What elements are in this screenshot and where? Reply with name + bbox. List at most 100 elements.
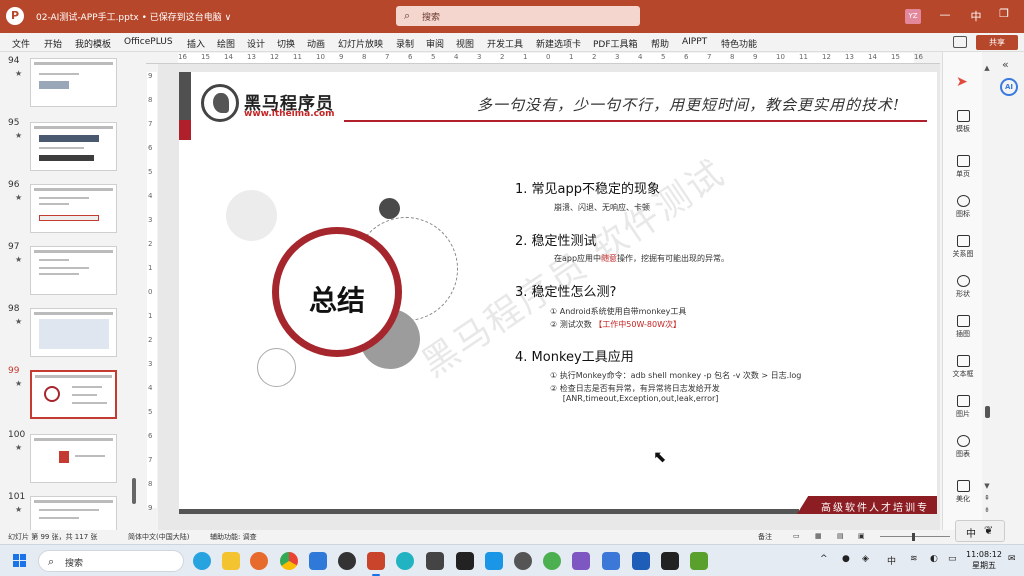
microphone-icon[interactable]: ● <box>842 554 850 564</box>
menu-insert[interactable]: 插入 <box>187 37 205 50</box>
menu-home[interactable]: 开始 <box>44 37 62 50</box>
chrome-icon[interactable] <box>280 552 298 570</box>
menu-animations[interactable]: 动画 <box>307 37 325 50</box>
ime-tray-icon[interactable]: 中 <box>887 554 896 567</box>
panel-single-page[interactable]: 单页 <box>943 155 983 179</box>
language-indicator[interactable]: 简体中文(中国大陆) <box>128 532 189 542</box>
app-icon[interactable] <box>572 552 590 570</box>
panel-beautify[interactable]: 美化 <box>943 480 983 504</box>
slide-thumbnail-99-selected[interactable] <box>30 370 117 419</box>
menu-aippt[interactable]: AIPPT <box>682 37 707 47</box>
menu-officeplus[interactable]: OfficePLUS <box>124 37 173 47</box>
document-title[interactable]: 02-AI测试-APP手工.pptx • 已保存到这台电脑 ∨ <box>36 10 231 23</box>
restore-button[interactable]: 中 <box>966 8 986 24</box>
terminal-icon[interactable] <box>661 552 679 570</box>
vertical-ruler: 9 8 7 6 5 4 3 2 1 0 1 2 3 4 5 6 7 8 9 <box>146 64 158 516</box>
battery-icon[interactable]: ▭ <box>948 554 957 564</box>
app-icon[interactable] <box>690 552 708 570</box>
accessibility-status[interactable]: 辅助功能: 调查 <box>210 532 257 542</box>
windows-start-icon[interactable] <box>13 554 27 568</box>
scroll-up-icon[interactable]: ▲ <box>982 64 992 72</box>
app-icon[interactable] <box>543 552 561 570</box>
scroll-down-icon[interactable]: ▼ <box>982 482 992 490</box>
volume-icon[interactable]: ◐ <box>930 554 938 564</box>
panel-diagrams[interactable]: 关系图 <box>943 235 983 259</box>
chart-icon <box>956 435 970 447</box>
user-avatar[interactable]: YZ <box>905 9 921 24</box>
slide-thumbnail-97[interactable] <box>30 246 117 295</box>
network-icon[interactable]: ◈ <box>862 554 869 564</box>
maximize-button[interactable]: ❐ <box>994 7 1014 20</box>
zoom-slider-knob[interactable] <box>912 533 915 541</box>
menu-draw[interactable]: 绘图 <box>217 37 235 50</box>
menu-my-templates[interactable]: 我的模板 <box>75 37 111 50</box>
menu-transitions[interactable]: 切换 <box>277 37 295 50</box>
menu-record[interactable]: 录制 <box>396 37 414 50</box>
menu-design[interactable]: 设计 <box>247 37 265 50</box>
share-button[interactable]: 共享 <box>976 35 1018 50</box>
collapse-panel-icon[interactable]: « <box>1002 58 1009 71</box>
menu-review[interactable]: 审阅 <box>426 37 444 50</box>
word-icon[interactable] <box>632 552 650 570</box>
menu-features[interactable]: 特色功能 <box>721 37 757 50</box>
slide-thumbnail-100[interactable] <box>30 434 117 483</box>
taskbar-search[interactable]: ⌕ 搜索 <box>38 550 184 572</box>
wifi-icon[interactable]: ≋ <box>910 554 918 564</box>
app-icon[interactable] <box>396 552 414 570</box>
edge-icon[interactable] <box>193 552 211 570</box>
next-slide-icon[interactable]: ⇟ <box>982 506 992 514</box>
reading-view-icon[interactable]: ▤ <box>837 532 844 540</box>
powerpoint-taskbar-icon[interactable] <box>367 552 385 570</box>
slide-thumbnail-95[interactable] <box>30 122 117 171</box>
menu-developer[interactable]: 开发工具 <box>487 37 523 50</box>
comments-icon[interactable] <box>953 36 967 48</box>
point-heading-3: 3. 稳定性怎么测? <box>515 285 617 300</box>
search-box[interactable]: ⌕ 搜索 <box>396 6 640 26</box>
notification-icon[interactable]: ✉ <box>1008 554 1016 564</box>
slide-scrollbar[interactable]: ▲ ▼ ⇞ ⇟ <box>982 64 992 530</box>
menu-view[interactable]: 视图 <box>456 37 474 50</box>
tray-chevron-icon[interactable]: ^ <box>820 554 828 564</box>
slide-thumbnail-101[interactable] <box>30 496 117 530</box>
recorder-icon[interactable] <box>338 552 356 570</box>
clock-app-icon[interactable] <box>514 552 532 570</box>
thumbnail-scrollbar[interactable] <box>132 478 136 504</box>
system-clock[interactable]: 11:08:12 星期五 <box>966 549 1002 571</box>
ime-toolbar[interactable]: 中 ❦ <box>955 520 1005 542</box>
panel-templates[interactable]: 模板 <box>943 110 983 134</box>
sorter-view-icon[interactable]: ▦ <box>815 532 822 540</box>
file-explorer-icon[interactable] <box>222 552 240 570</box>
typora-icon[interactable] <box>456 552 474 570</box>
app-icon[interactable] <box>602 552 620 570</box>
panel-illustrations[interactable]: 插图 <box>943 315 983 339</box>
menu-help[interactable]: 帮助 <box>651 37 669 50</box>
panel-shapes[interactable]: 形状 <box>943 275 983 299</box>
ai-assistant-icon[interactable]: AI <box>1000 78 1018 96</box>
slide-thumbnail-96[interactable] <box>30 184 117 233</box>
menu-pdf-toolbox[interactable]: PDF工具箱 <box>593 37 638 50</box>
normal-view-icon[interactable]: ▭ <box>793 532 800 540</box>
prev-slide-icon[interactable]: ⇞ <box>982 494 992 502</box>
menu-new-tab[interactable]: 新建选项卡 <box>536 37 581 50</box>
app-icon[interactable] <box>426 552 444 570</box>
panel-icons[interactable]: 图标 <box>943 195 983 219</box>
ruler-tick-label: 3 <box>148 216 153 224</box>
app-icon[interactable] <box>309 552 327 570</box>
current-slide[interactable]: 黑马程序员 www.itheima.com 多一句没有，少一句不行，用更短时间，… <box>179 72 937 514</box>
menu-slideshow[interactable]: 幻灯片放映 <box>338 37 383 50</box>
minimize-button[interactable]: — <box>935 8 955 21</box>
ime-mode[interactable]: 中 <box>966 525 976 540</box>
firefox-icon[interactable] <box>250 552 268 570</box>
panel-textbox[interactable]: 文本框 <box>943 355 983 379</box>
slide-thumbnail-94[interactable] <box>30 58 117 107</box>
ime-mascot-icon[interactable]: ❦ <box>984 524 993 537</box>
panel-images[interactable]: 图片 <box>943 395 983 419</box>
slide-thumbnail-98[interactable] <box>30 308 117 357</box>
notes-button[interactable]: 备注 <box>758 532 772 542</box>
menu-file[interactable]: 文件 <box>12 37 30 50</box>
slideshow-view-icon[interactable]: ▣ <box>858 532 865 540</box>
app-icon[interactable] <box>485 552 503 570</box>
scrollbar-thumb[interactable] <box>985 406 990 418</box>
zoom-slider[interactable] <box>880 536 950 537</box>
panel-charts[interactable]: 图表 <box>943 435 983 459</box>
